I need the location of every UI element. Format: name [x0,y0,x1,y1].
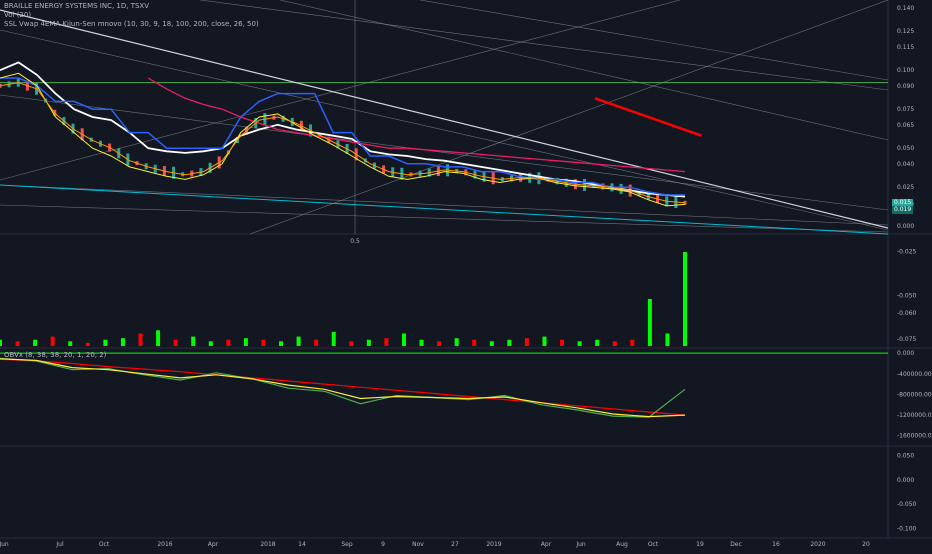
volume-bar [243,338,248,346]
y-tick-label: -0.100 [897,525,917,532]
volume-bar [454,338,459,346]
x-tick-label: Jun [0,541,9,548]
x-tick-label: Sep [341,541,353,548]
volume-bar [120,338,125,346]
volume-bar [595,339,600,346]
volume-bar [577,341,582,346]
volume-bar [138,333,143,346]
y-tick-label: -0.060 [897,310,917,317]
volume-bar [191,336,196,346]
x-tick-label: Oct [99,541,110,548]
volume-bar [279,341,284,346]
y-tick-label: -0.050 [897,501,917,508]
x-tick-label: Oct [648,541,659,548]
x-tick-label: 2018 [260,541,275,548]
volume-bar [349,341,354,346]
y-tick-label: -0.075 [897,336,917,343]
last-price: 0.015 [894,199,912,206]
volume-bar [630,339,635,346]
volume-bar [50,336,55,346]
volume-bar [524,338,529,346]
y-tick-label: 0.075 [897,106,914,113]
volume-bar [156,330,161,346]
symbol-title[interactable]: BRAILLE ENERGY SYSTEMS INC, 1D, TSXV [4,2,259,11]
volume-bar [314,339,319,346]
x-tick-label: 2020 [810,541,825,548]
volume-bar [261,339,266,346]
y-tick-label: 0.100 [897,67,914,74]
y-tick-label: 0.050 [897,145,914,152]
y-tick-label: 0.090 [897,83,914,90]
x-tick-label: Nov [412,541,424,548]
volume-bar [507,339,512,346]
volume-bar [560,339,565,346]
x-tick-label: 19 [696,541,704,548]
x-tick-label: 20 [862,541,870,548]
x-tick-label: 9 [381,541,385,548]
volume-bar [419,339,424,346]
volume-bar [612,341,617,346]
volume-bar [0,339,2,346]
volume-bar [665,333,670,346]
volume-bar [401,333,406,346]
volume-bar [437,341,442,346]
x-tick-label: Aug [616,541,628,548]
obv-legend: OBVx (8, 38, 38, 20, 1, 20, 2) [4,351,106,360]
x-tick-label: Apr [541,541,552,548]
volume-bar [85,342,90,346]
volume-bar [366,339,371,346]
y-tick-label: 0.065 [897,122,914,129]
volume-bar [331,331,336,346]
x-tick-label: Apr [208,541,219,548]
chart-root[interactable]: 0.140 0.125 0.115 0.100 0.090 0.075 0.065 0.050… [0,0,932,550]
y-tick-label: -400000.000 [897,371,932,378]
y-tick-label: 0.040 [897,161,914,168]
volume-bar [489,341,494,346]
y-tick-label: -0.050 [897,292,917,299]
volume-bar [384,338,389,346]
y-tick-label: 0.000 [897,477,914,484]
x-tick-label: 2019 [486,541,501,548]
x-tick-label: 2016 [157,541,172,548]
last-price-sub: 0.019 [894,206,912,213]
volume-bar [647,299,652,346]
obv-legend-label[interactable]: OBVx (8, 38, 38, 20, 1, 20, 2) [4,351,106,360]
y-tick-label: -1200000.000 [897,412,932,419]
indicator-legend[interactable]: SSL Vwap 4EMA Kijun-Sen mnovo (10, 30, 9… [4,20,259,29]
y-tick-label: -1600000.000 [897,433,932,440]
y-tick-label: 0.025 [897,184,914,191]
x-tick-label: 14 [298,541,306,548]
y-tick-label: -800000.000 [897,391,932,398]
chart-svg[interactable]: 0.140 0.125 0.115 0.100 0.090 0.075 0.065 0.050… [0,0,932,550]
volume-bar [472,339,477,346]
y-tick-label: -0.025 [897,249,917,256]
chart-legend: BRAILLE ENERGY SYSTEMS INC, 1D, TSXV Vol… [4,2,259,29]
x-tick-label: Dec [730,541,742,548]
fib-label: 0.5 [350,238,360,245]
y-tick-label: 0.115 [897,44,914,51]
volume-bar [296,336,301,346]
x-tick-label: Jun [575,541,586,548]
volume-bar [542,336,547,346]
x-tick-label: 27 [451,541,459,548]
y-tick-label: 0.000 [897,223,914,230]
volume-bar [683,252,687,346]
x-tick-label: Jul [55,541,64,548]
volume-legend[interactable]: Vol (20) [4,11,259,20]
volume-bar [68,341,73,346]
last-price-sub-tag: 0.019 [892,206,914,214]
y-tick-label: 0.125 [897,28,914,35]
volume-bar [226,339,231,346]
volume-bar [15,341,20,346]
y-tick-label: 0.050 [897,453,914,460]
y-tick-label: 0.000 [897,350,914,357]
volume-bar [173,339,178,346]
volume-bar [33,339,38,346]
volume-bar [103,339,108,346]
x-tick-label: 16 [772,541,780,548]
volume-bar [208,341,213,346]
y-tick-label: 0.140 [897,5,914,12]
